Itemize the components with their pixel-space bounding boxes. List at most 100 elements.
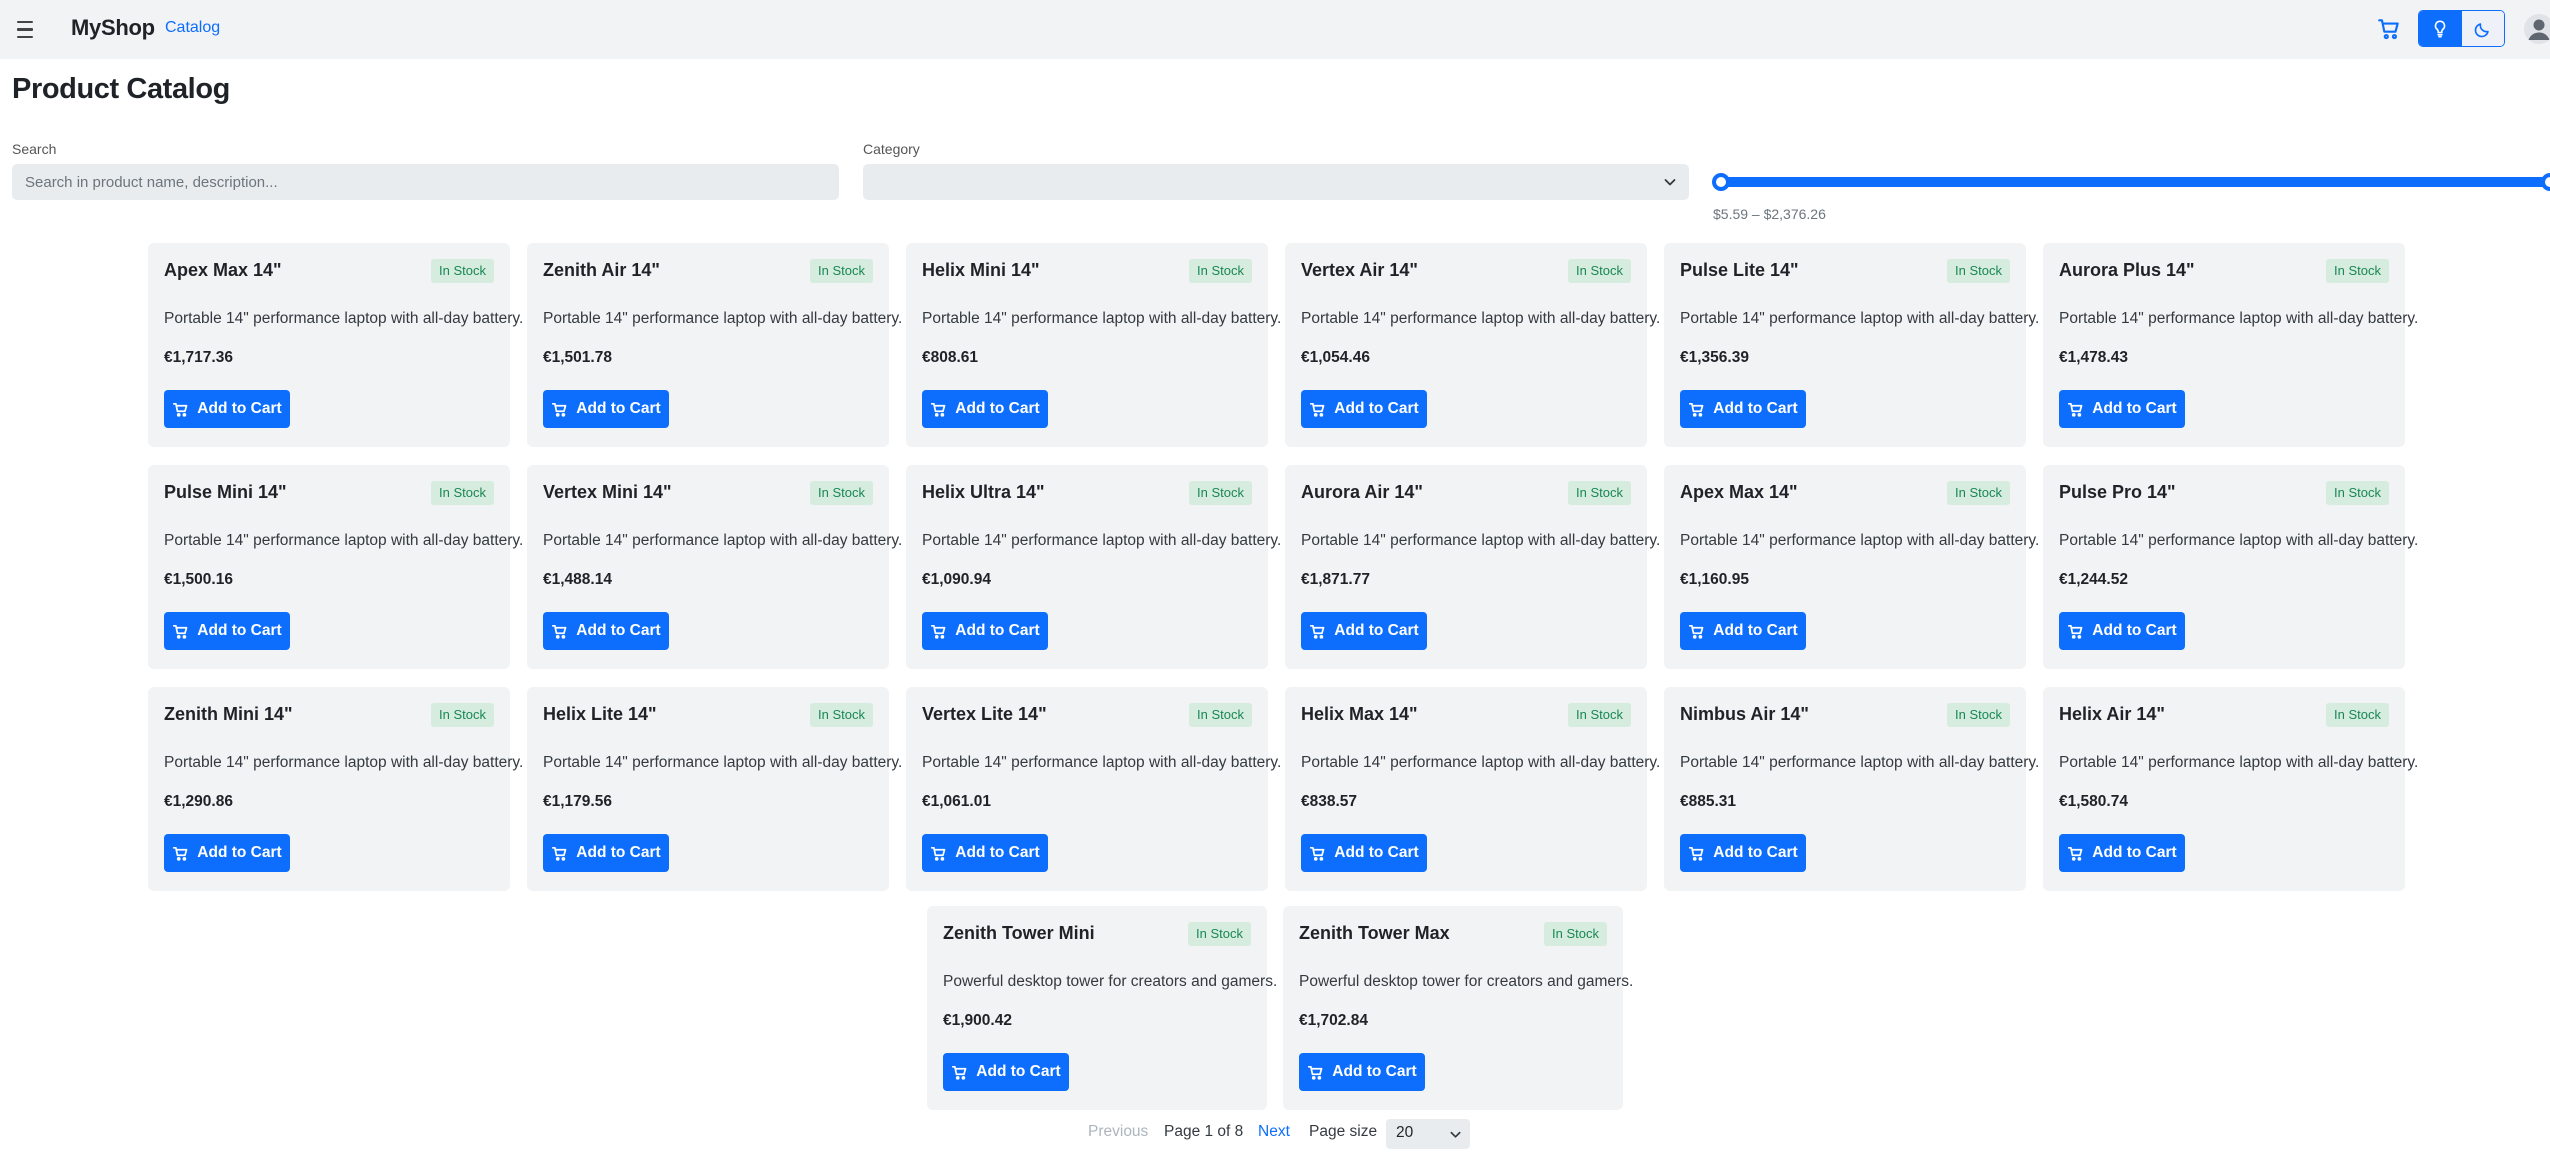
add-to-cart-label: Add to Cart [955,622,1040,639]
product-name[interactable]: Pulse Pro 14" [2059,482,2176,503]
add-to-cart-label: Add to Cart [576,400,661,417]
category-select[interactable] [863,164,1689,200]
search-input[interactable] [12,164,839,200]
add-to-cart-button[interactable]: Add to Cart [1680,834,1806,872]
product-description: Powerful desktop tower for creators and … [1299,973,1634,990]
cart-icon [931,402,946,417]
add-to-cart-button[interactable]: Add to Cart [922,834,1048,872]
product-description: Powerful desktop tower for creators and … [943,973,1278,990]
product-name[interactable]: Apex Max 14" [164,260,282,281]
product-price: €1,717.36 [164,349,233,366]
product-price: €1,090.94 [922,571,991,588]
price-min-handle[interactable] [1712,173,1730,191]
product-price: €1,488.14 [543,571,612,588]
cart-icon [952,1065,967,1080]
product-name[interactable]: Helix Mini 14" [922,260,1040,281]
light-theme-button[interactable] [2419,11,2462,46]
product-description: Portable 14" performance laptop with all… [922,532,1282,549]
cart-icon [1689,402,1704,417]
product-price: €808.61 [922,349,979,366]
cart-icon [1310,624,1325,639]
brand-logo[interactable]: MyShop [71,15,155,41]
product-card: Helix Air 14" In Stock Portable 14" perf… [2043,687,2418,891]
price-range-track [1716,177,2550,187]
add-to-cart-label: Add to Cart [576,844,661,861]
product-name[interactable]: Zenith Tower Max [1299,923,1450,944]
add-to-cart-button[interactable]: Add to Cart [164,390,290,428]
product-name[interactable]: Aurora Plus 14" [2059,260,2195,281]
product-name[interactable]: Vertex Air 14" [1301,260,1418,281]
stock-badge: In Stock [1568,481,1631,505]
product-card: Zenith Tower Mini In Stock Powerful desk… [927,906,1277,1110]
product-name[interactable]: Helix Ultra 14" [922,482,1045,503]
add-to-cart-button[interactable]: Add to Cart [1299,1053,1425,1091]
add-to-cart-button[interactable]: Add to Cart [1301,390,1427,428]
add-to-cart-button[interactable]: Add to Cart [164,612,290,650]
user-avatar-icon[interactable] [2520,14,2550,44]
product-name[interactable]: Zenith Tower Mini [943,923,1095,944]
product-price: €1,478.43 [2059,349,2128,366]
add-to-cart-button[interactable]: Add to Cart [922,390,1048,428]
add-to-cart-button[interactable]: Add to Cart [2059,834,2185,872]
stock-badge: In Stock [1189,703,1252,727]
add-to-cart-button[interactable]: Add to Cart [164,834,290,872]
product-name[interactable]: Vertex Lite 14" [922,704,1047,725]
moon-icon [2474,22,2489,37]
product-price: €1,500.16 [164,571,233,588]
product-name[interactable]: Apex Max 14" [1680,482,1798,503]
product-name[interactable]: Nimbus Air 14" [1680,704,1809,725]
add-to-cart-button[interactable]: Add to Cart [943,1053,1069,1091]
product-name[interactable]: Helix Max 14" [1301,704,1418,725]
add-to-cart-button[interactable]: Add to Cart [1680,612,1806,650]
product-price: €1,244.52 [2059,571,2128,588]
add-to-cart-label: Add to Cart [197,400,282,417]
add-to-cart-label: Add to Cart [1713,622,1798,639]
product-price: €1,580.74 [2059,793,2128,810]
product-name[interactable]: Vertex Mini 14" [543,482,672,503]
stock-badge: In Stock [810,481,873,505]
product-card: Apex Max 14" In Stock Portable 14" perfo… [148,243,523,447]
pagination-previous[interactable]: Previous [1088,1123,1148,1141]
stock-badge: In Stock [810,259,873,283]
product-card: Zenith Air 14" In Stock Portable 14" per… [527,243,902,447]
add-to-cart-button[interactable]: Add to Cart [2059,612,2185,650]
product-name[interactable]: Pulse Lite 14" [1680,260,1799,281]
add-to-cart-button[interactable]: Add to Cart [543,390,669,428]
price-max-handle[interactable] [2541,173,2550,191]
product-name[interactable]: Helix Lite 14" [543,704,657,725]
product-card: Vertex Air 14" In Stock Portable 14" per… [1285,243,1660,447]
stock-badge: In Stock [1568,703,1631,727]
product-grid-last-row: Zenith Tower Mini In Stock Powerful desk… [927,906,1633,1110]
add-to-cart-button[interactable]: Add to Cart [543,834,669,872]
add-to-cart-button[interactable]: Add to Cart [922,612,1048,650]
add-to-cart-button[interactable]: Add to Cart [1301,612,1427,650]
add-to-cart-button[interactable]: Add to Cart [1301,834,1427,872]
add-to-cart-button[interactable]: Add to Cart [543,612,669,650]
dark-theme-button[interactable] [2461,11,2504,46]
product-price: €1,702.84 [1299,1012,1368,1029]
product-description: Portable 14" performance laptop with all… [922,754,1282,771]
product-name[interactable]: Pulse Mini 14" [164,482,287,503]
nav-link-catalog[interactable]: Catalog [165,19,220,37]
price-range-slider[interactable] [1712,173,2550,191]
product-name[interactable]: Zenith Air 14" [543,260,660,281]
add-to-cart-button[interactable]: Add to Cart [1680,390,1806,428]
product-name[interactable]: Zenith Mini 14" [164,704,293,725]
page-size-select[interactable]: 20 [1386,1119,1470,1149]
lightbulb-icon [2434,20,2446,37]
add-to-cart-label: Add to Cart [2092,622,2177,639]
stock-badge: In Stock [2326,703,2389,727]
top-navbar: MyShop Catalog [0,0,2550,59]
product-price: €1,290.86 [164,793,233,810]
add-to-cart-label: Add to Cart [1713,844,1798,861]
product-grid: Apex Max 14" In Stock Portable 14" perfo… [148,243,2418,891]
product-card: Helix Mini 14" In Stock Portable 14" per… [906,243,1281,447]
pagination-next[interactable]: Next [1258,1123,1290,1141]
product-name[interactable]: Helix Air 14" [2059,704,2165,725]
add-to-cart-button[interactable]: Add to Cart [2059,390,2185,428]
cart-icon[interactable] [2376,16,2402,42]
hamburger-menu-icon[interactable] [14,16,36,42]
add-to-cart-label: Add to Cart [197,622,282,639]
product-name[interactable]: Aurora Air 14" [1301,482,1423,503]
product-price: €1,356.39 [1680,349,1749,366]
